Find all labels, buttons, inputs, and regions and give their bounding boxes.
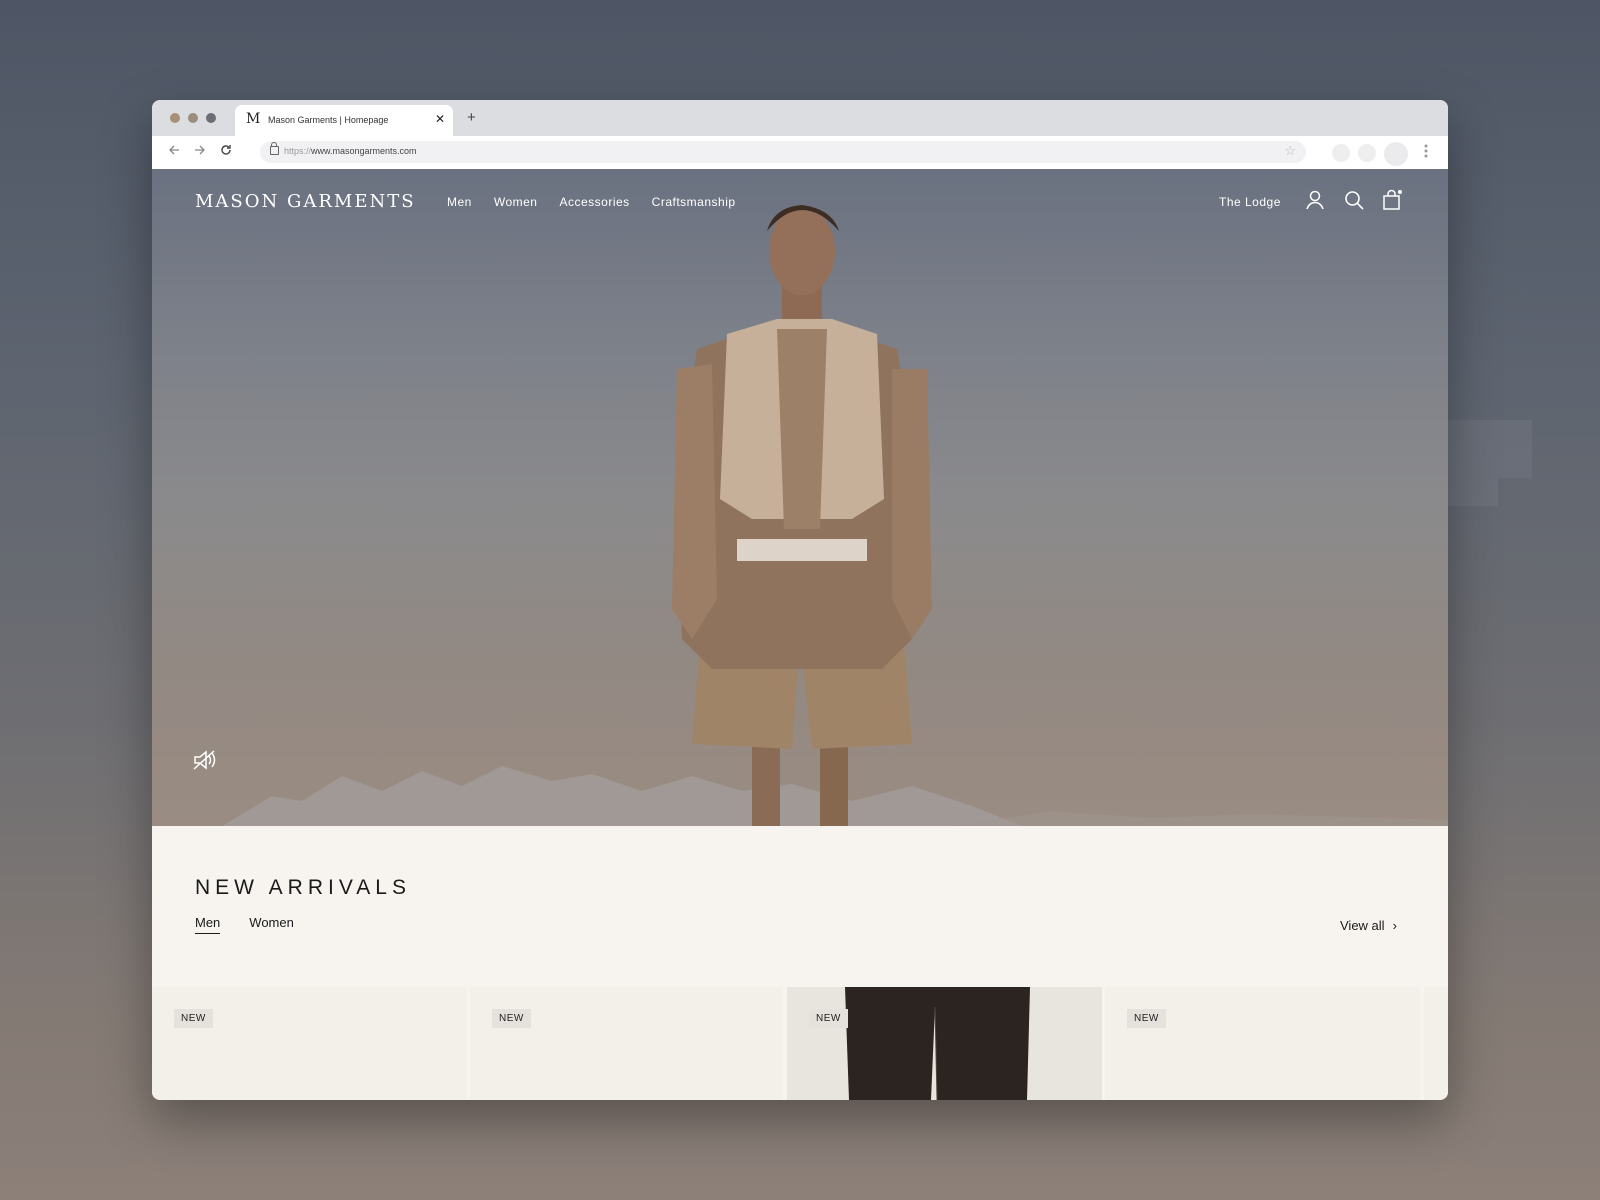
tab-title: Mason Garments | Homepage [268,115,389,125]
reload-icon[interactable] [220,143,232,159]
url-input[interactable]: https://www.masongarments.com ☆ [260,141,1306,163]
nav-item-accessories[interactable]: Accessories [559,195,629,209]
new-badge: NEW [492,1009,531,1028]
lock-icon [270,142,279,155]
background-block [1448,478,1498,506]
background-block [1448,420,1532,478]
view-all-label: View all [1340,918,1385,933]
forward-arrow-icon[interactable] [194,143,206,159]
browser-tab[interactable]: M Mason Garments | Homepage ✕ [235,105,453,136]
url-text: https://www.masongarments.com [284,146,417,156]
star-icon[interactable]: ☆ [1284,143,1296,159]
speaker-muted-icon[interactable] [192,748,218,772]
product-card[interactable]: NEW [1105,987,1420,1100]
kebab-menu-icon[interactable] [1424,143,1428,159]
new-arrivals-title: NEW ARRIVALS [195,876,411,899]
search-icon[interactable] [1343,189,1365,211]
chevron-right-icon: › [1392,918,1397,933]
tab-close-icon[interactable]: ✕ [435,112,445,126]
tab-men[interactable]: Men [195,915,221,934]
address-bar-row: https://www.masongarments.com ☆ [152,136,1448,170]
window-close-button[interactable] [170,113,180,123]
product-card[interactable]: NEW [470,987,782,1100]
site-logo[interactable]: MASON GARMENTS [195,191,416,212]
nav-item-women[interactable]: Women [494,195,538,209]
new-badge: NEW [809,1009,848,1028]
window-zoom-button[interactable] [206,113,216,123]
product-card-partial[interactable] [1424,987,1448,1100]
new-badge: NEW [174,1009,213,1028]
hero-section: MASON GARMENTS Men Women Accessories Cra… [152,169,1448,826]
extension-button[interactable] [1358,144,1376,162]
user-icon[interactable] [1304,189,1326,211]
the-lodge-link[interactable]: The Lodge [1219,195,1281,209]
back-arrow-icon[interactable] [168,143,180,159]
extension-button[interactable] [1332,144,1350,162]
product-carousel: NEW NEW NEW NEW [152,987,1448,1100]
product-card[interactable]: NEW [787,987,1102,1100]
new-tab-button[interactable]: + [467,109,476,126]
favicon-icon: M [246,111,260,127]
main-nav: Men Women Accessories Craftsmanship [447,195,736,209]
browser-window: M Mason Garments | Homepage ✕ + https://… [152,100,1448,1100]
hero-model-figure [672,205,932,826]
profile-avatar[interactable] [1384,142,1408,166]
new-badge: NEW [1127,1009,1166,1028]
view-all-link[interactable]: View all › [1340,918,1397,933]
nav-item-men[interactable]: Men [447,195,472,209]
product-trousers-image [845,987,1030,1100]
new-arrivals-tabs: Men Women [195,915,294,934]
nav-item-craftsmanship[interactable]: Craftsmanship [652,195,736,209]
tab-bar: M Mason Garments | Homepage ✕ + [152,100,1448,136]
shopping-bag-icon[interactable] [1381,189,1403,211]
product-card[interactable]: NEW [152,987,467,1100]
tab-women[interactable]: Women [249,915,294,934]
window-minimize-button[interactable] [188,113,198,123]
